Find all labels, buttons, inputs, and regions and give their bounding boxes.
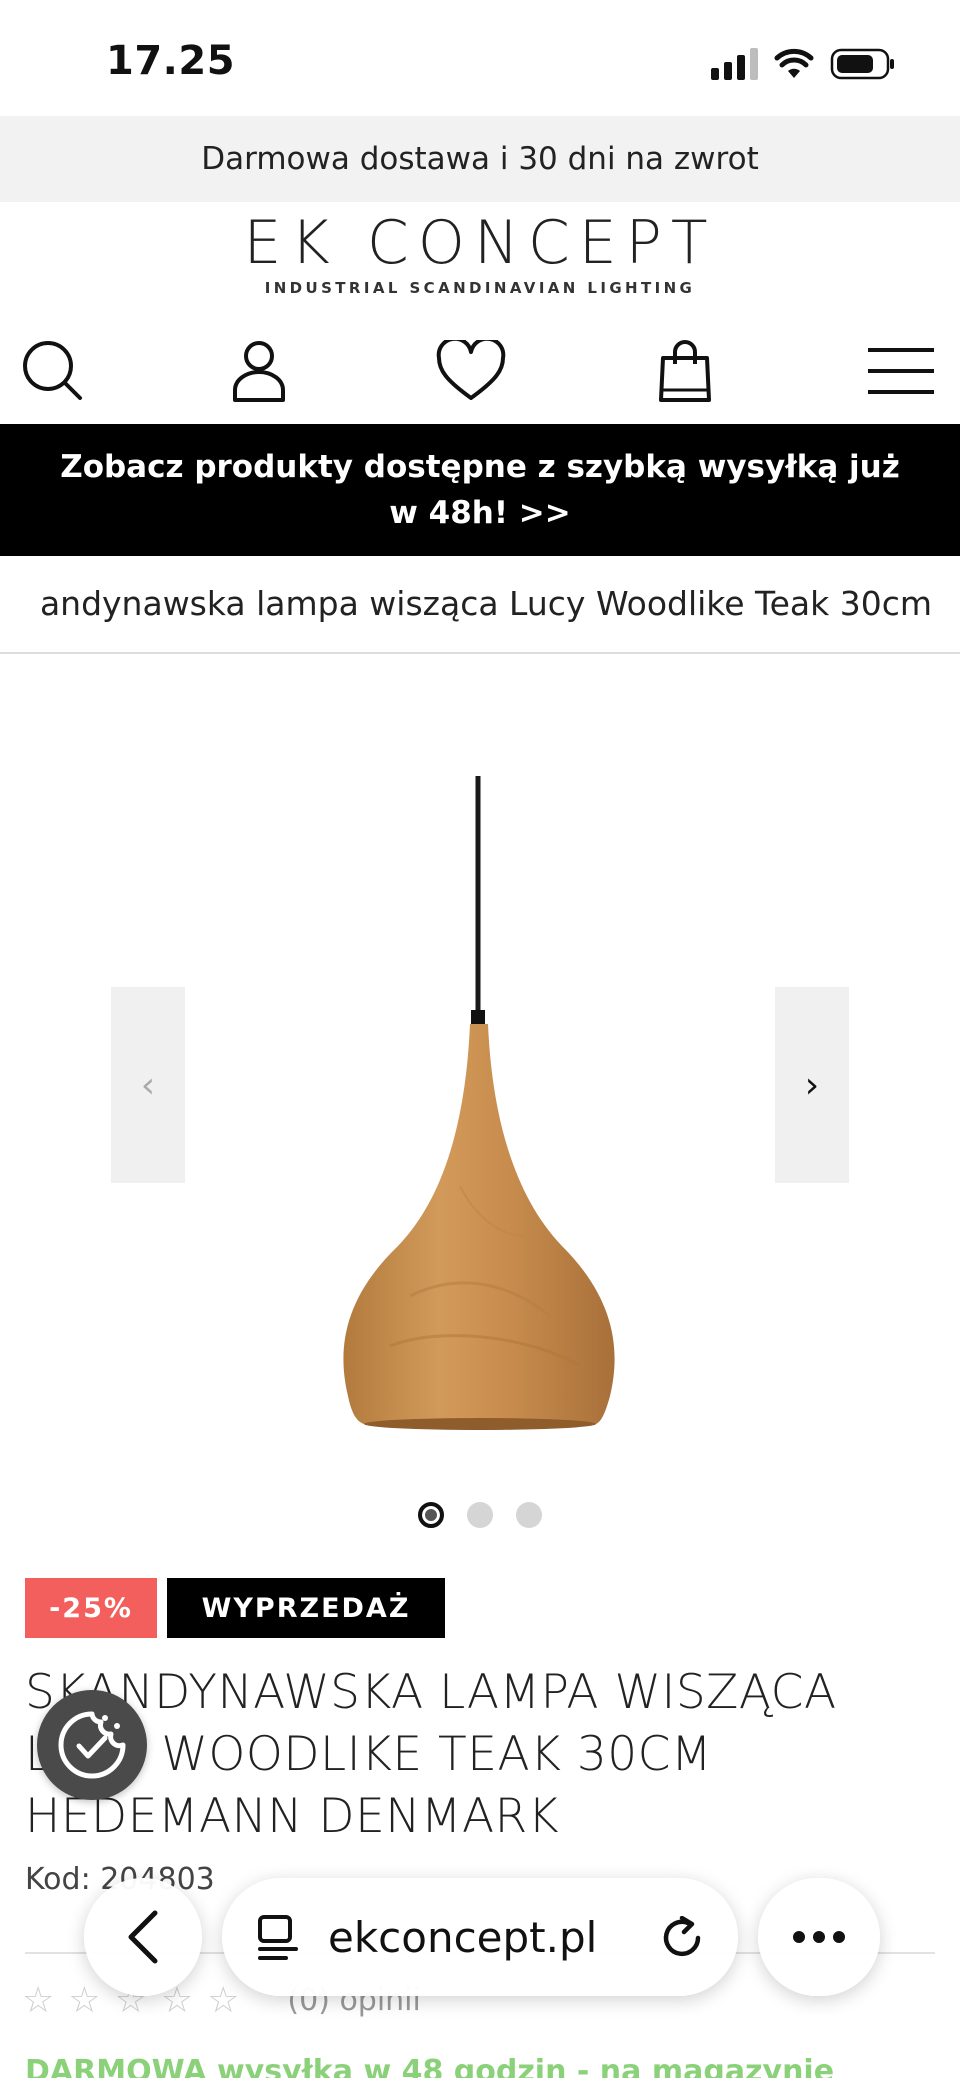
cookie-settings-button[interactable] <box>37 1690 147 1800</box>
search-icon[interactable] <box>8 326 98 416</box>
logo-tagline: INDUSTRIAL SCANDINAVIAN LIGHTING <box>264 279 696 297</box>
gallery-next-button[interactable]: › <box>775 987 849 1183</box>
reload-icon[interactable] <box>660 1916 704 1960</box>
product-gallery: ‹ › <box>0 656 960 1546</box>
discount-badge: -25% <box>25 1578 157 1638</box>
gallery-dot[interactable] <box>516 1502 542 1528</box>
gallery-dot[interactable] <box>467 1502 493 1528</box>
sale-badge: WYPRZEDAŻ <box>167 1578 445 1638</box>
browser-toolbar: ekconcept.pl <box>0 1870 960 2000</box>
heart-icon[interactable] <box>426 326 516 416</box>
menu-icon[interactable] <box>856 326 946 416</box>
banner-text: Zobacz produkty dostępne z szybką wysyłk… <box>60 449 900 531</box>
status-bar: 17.25 <box>0 0 960 116</box>
wifi-icon <box>774 48 814 78</box>
status-time: 17.25 <box>106 38 236 84</box>
site-logo[interactable]: EK CONCEPT INDUSTRIAL SCANDINAVIAN LIGHT… <box>0 202 960 306</box>
product-image <box>343 776 615 1430</box>
page-menu-icon <box>258 1915 298 1960</box>
address-bar[interactable]: ekconcept.pl <box>222 1878 738 1996</box>
gallery-prev-button[interactable]: ‹ <box>111 987 185 1183</box>
chevron-left-icon: ‹ <box>140 1064 156 1106</box>
delivery-note: DARMOWA wysyłka w 48 godzin - na magazyn… <box>25 2054 835 2078</box>
gallery-dot[interactable] <box>418 1502 444 1528</box>
gallery-pagination <box>0 1502 960 1528</box>
more-options-button[interactable] <box>758 1878 880 1996</box>
logo-wordmark: EK CONCEPT <box>243 208 717 278</box>
promo-strip: Darmowa dostawa i 30 dni na zwrot <box>0 116 960 202</box>
fast-shipping-banner[interactable]: Zobacz produkty dostępne z szybką wysyłk… <box>0 424 960 556</box>
promo-text: Darmowa dostawa i 30 dni na zwrot <box>201 141 759 177</box>
bag-icon[interactable] <box>640 326 730 416</box>
product-title: SKANDYNAWSKA LAMPA WISZĄCA LUCY WOODLIKE… <box>25 1665 837 1844</box>
ellipsis-icon <box>793 1931 845 1943</box>
product-badges: -25% WYPRZEDAŻ <box>25 1578 445 1638</box>
browser-back-button[interactable] <box>84 1878 202 1996</box>
breadcrumb: andynawska lampa wisząca Lucy Woodlike T… <box>0 556 960 654</box>
url-text: ekconcept.pl <box>328 1912 598 1962</box>
status-icons <box>711 44 896 84</box>
cellular-signal-icon <box>711 48 758 80</box>
header-icon-row <box>0 316 960 426</box>
user-icon[interactable] <box>214 326 304 416</box>
battery-icon <box>830 48 894 80</box>
cookie-check-icon <box>58 1711 126 1779</box>
breadcrumb-text: andynawska lampa wisząca Lucy Woodlike T… <box>39 584 932 623</box>
chevron-right-icon: › <box>804 1064 820 1106</box>
chevron-left-icon <box>128 1910 158 1964</box>
